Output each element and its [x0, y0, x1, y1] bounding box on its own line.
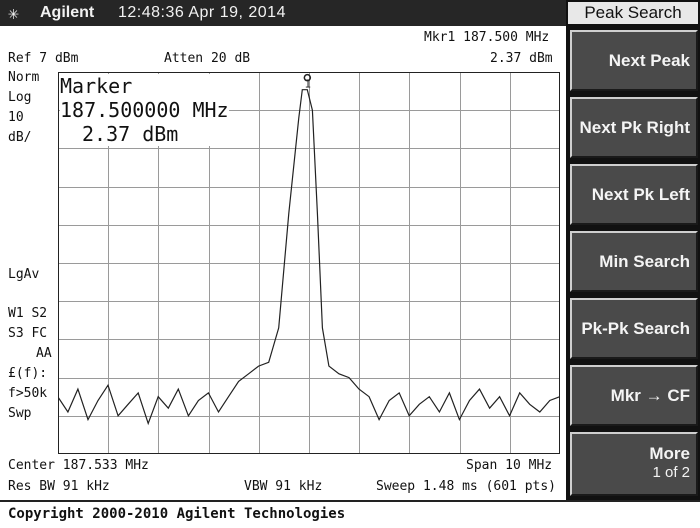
next-pk-left-button[interactable]: Next Pk Left [570, 164, 698, 225]
scale-value: 10 [8, 110, 24, 125]
brand-name: Agilent [40, 4, 95, 21]
softkey-label: Pk-Pk Search [581, 319, 690, 338]
next-pk-right-button[interactable]: Next Pk Right [570, 97, 698, 158]
timestamp: 12:48:36 Apr 19, 2014 [118, 4, 286, 21]
ref-level: Ref 7 dBm [8, 51, 79, 66]
scale-log: Log [8, 90, 32, 105]
next-peak-button[interactable]: Next Peak [570, 30, 698, 91]
marker-number: 1 [304, 78, 311, 91]
marker-1[interactable]: 1 [303, 73, 312, 91]
mkr-to-cf-button[interactable]: Mkr → CF [570, 365, 698, 426]
softkey-label: Min Search [599, 252, 690, 271]
span: Span 10 MHz [466, 458, 553, 473]
vbw: VBW 91 kHz [244, 479, 323, 494]
trace-w1s2: W1 S2 [8, 306, 48, 321]
softkey-label: Next Pk Left [591, 185, 690, 204]
copyright-bar: Copyright 2000-2010 Agilent Technologies [0, 500, 700, 528]
title-bar: ✳ Agilent 12:48:36 Apr 19, 2014 [0, 0, 566, 26]
copyright-text: Copyright 2000-2010 Agilent Technologies [8, 506, 346, 522]
softkey-label: Mkr → CF [610, 386, 690, 405]
agilent-logo-icon: ✳ [8, 3, 19, 24]
trace-s3fc: S3 FC [8, 326, 48, 341]
res-bw: Res BW 91 kHz [8, 479, 110, 494]
detector-norm: Norm [8, 70, 40, 85]
marker-frequency: 187.500000 MHz [60, 98, 229, 122]
attenuation: Atten 20 dB [164, 51, 251, 66]
softkey-label: More [649, 444, 690, 463]
marker-info-box: Marker 187.500000 MHz 2.37 dBm [60, 74, 229, 146]
sweep-swp: Swp [8, 406, 32, 421]
more-button[interactable]: More 1 of 2 [570, 432, 698, 496]
correction-ff: £(f): [8, 366, 48, 381]
marker-readout: Mkr1 187.500 MHz [424, 30, 550, 45]
average-lgav: LgAv [8, 267, 40, 282]
marker-value: 2.37 dBm [490, 51, 553, 66]
trace-aa: AA [36, 346, 52, 361]
sweep-time: Sweep 1.48 ms (601 pts) [376, 479, 557, 494]
correction-f50k: f>50k [8, 386, 48, 401]
softkey-sublabel: 1 of 2 [652, 464, 690, 481]
min-search-button[interactable]: Min Search [570, 231, 698, 292]
softkey-panel: Peak Search Next Peak Next Pk Right Next… [566, 0, 700, 500]
softkey-label: Next Peak [608, 51, 690, 70]
scale-unit: dB/ [8, 130, 32, 145]
center-frequency: Center 187.533 MHz [8, 458, 149, 473]
marker-amplitude: 2.37 dBm [82, 122, 179, 146]
softkey-menu-title: Peak Search [566, 0, 700, 26]
marker-label: Marker [60, 74, 133, 98]
pk-pk-search-button[interactable]: Pk-Pk Search [570, 298, 698, 359]
softkey-label: Next Pk Right [579, 118, 690, 137]
